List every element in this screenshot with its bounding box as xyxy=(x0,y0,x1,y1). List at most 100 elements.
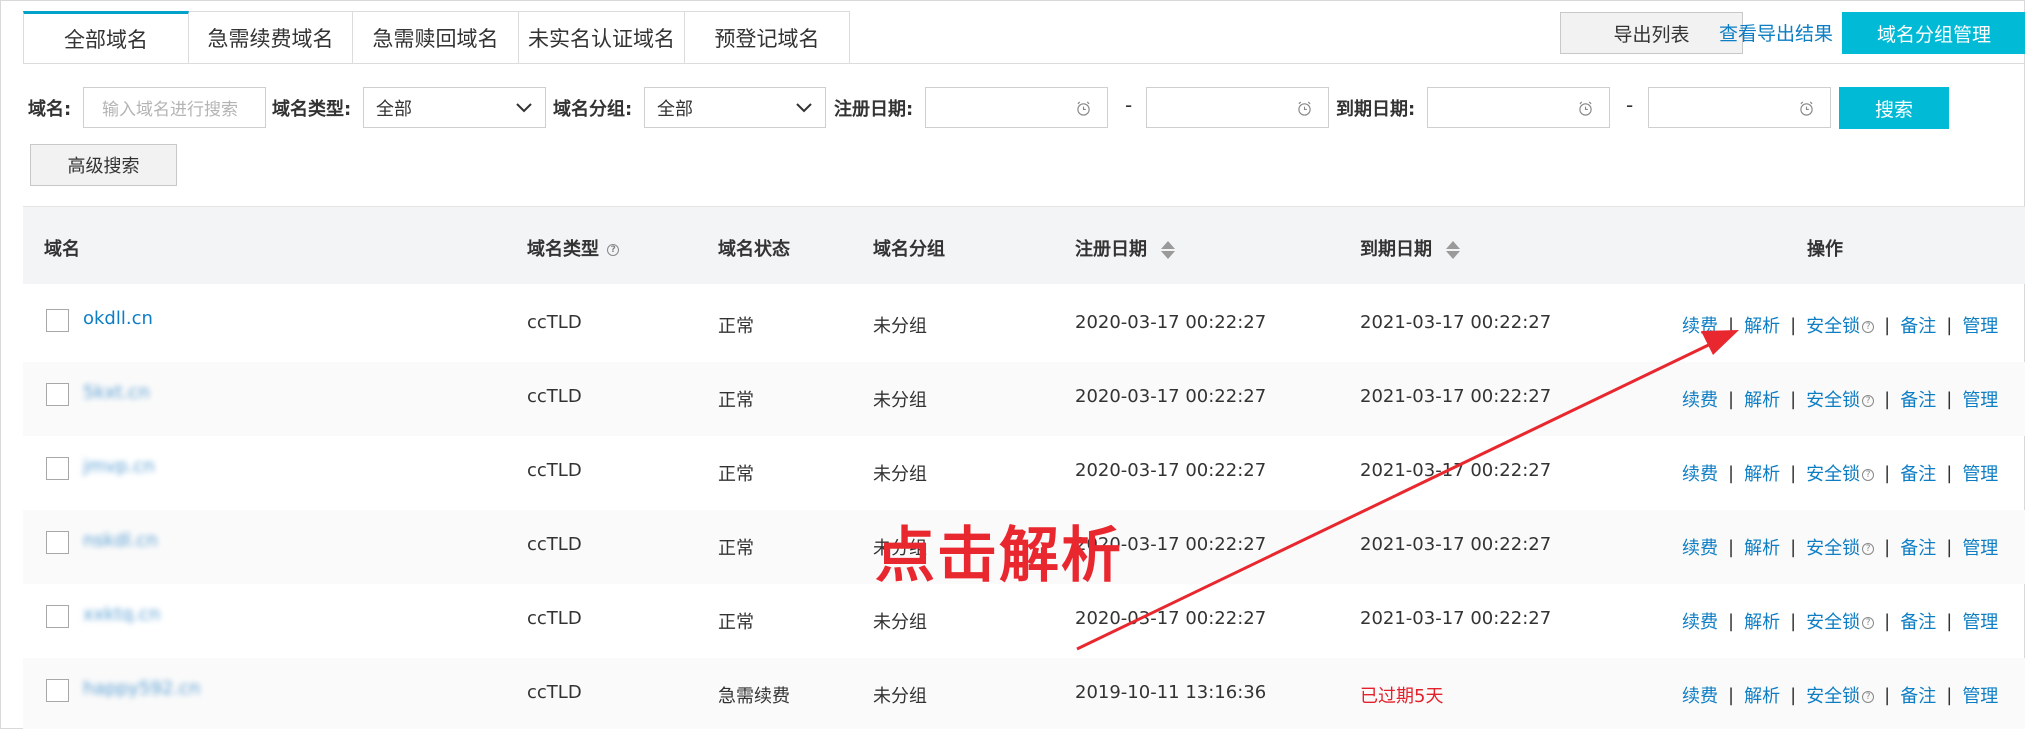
domain-link[interactable]: 5kxt.cn xyxy=(83,382,150,403)
manage-link[interactable]: 管理 xyxy=(1962,608,1998,634)
col-exp-date-label: 到期日期 xyxy=(1360,239,1432,260)
row-actions: 续费 | 解析 | 安全锁? | 备注 | 管理 xyxy=(1682,608,1998,634)
action-separator: | xyxy=(1790,462,1797,484)
manage-link[interactable]: 管理 xyxy=(1962,682,1998,708)
note-link[interactable]: 备注 xyxy=(1900,312,1936,338)
row-checkbox[interactable] xyxy=(46,531,69,554)
row-checkbox[interactable] xyxy=(46,309,69,332)
domain-status: 正常 xyxy=(718,390,754,411)
renew-link[interactable]: 续费 xyxy=(1682,534,1718,560)
export-list-button[interactable]: 导出列表 xyxy=(1560,12,1743,54)
manage-link[interactable]: 管理 xyxy=(1962,386,1998,412)
col-exp-date[interactable]: 到期日期 xyxy=(1360,235,1461,261)
action-separator: | xyxy=(1884,536,1891,558)
group-manage-button[interactable]: 域名分组管理 xyxy=(1842,12,2025,54)
group-select[interactable]: 全部 xyxy=(644,87,826,128)
action-separator: | xyxy=(1884,684,1891,706)
col-domain: 域名 xyxy=(44,239,80,260)
security-lock-label: 安全锁 xyxy=(1806,686,1861,707)
note-link[interactable]: 备注 xyxy=(1900,534,1936,560)
domain-link[interactable]: okdll.cn xyxy=(83,308,153,329)
row-checkbox[interactable] xyxy=(46,605,69,628)
exp-date: 2021-03-17 00:22:27 xyxy=(1360,608,1552,629)
clock-icon xyxy=(1579,101,1592,116)
help-icon: ? xyxy=(1862,617,1875,629)
table-row: jmvp.cn ccTLD 正常 未分组 2020-03-17 00:22:27 2021… xyxy=(23,436,2025,510)
domain-search-input[interactable]: 输入域名进行搜索 xyxy=(83,87,266,128)
table-row: 5kxt.cn ccTLD 正常 未分组 2020-03-17 00:22:27 2021… xyxy=(23,362,2025,436)
help-icon: ? xyxy=(1862,543,1875,555)
exp-date: 2021-03-17 00:22:27 xyxy=(1360,312,1552,333)
type-select[interactable]: 全部 xyxy=(363,87,546,128)
col-reg-date[interactable]: 注册日期 xyxy=(1075,235,1176,261)
sort-icon[interactable] xyxy=(1446,240,1461,260)
tab-redeem-urgent[interactable]: 急需赎回域名 xyxy=(353,11,519,64)
reg-date: 2020-03-17 00:22:27 xyxy=(1075,608,1267,629)
reg-date-start-input[interactable] xyxy=(925,87,1108,128)
row-actions: 续费 | 解析 | 安全锁? | 备注 | 管理 xyxy=(1682,460,1998,486)
exp-date: 2021-03-17 00:22:27 xyxy=(1360,460,1552,481)
security-lock-link[interactable]: 安全锁? xyxy=(1806,386,1875,412)
domain-group: 未分组 xyxy=(873,464,927,485)
action-separator: | xyxy=(1728,610,1735,632)
renew-link[interactable]: 续费 xyxy=(1682,608,1718,634)
action-separator: | xyxy=(1790,684,1797,706)
reg-date: 2020-03-17 00:22:27 xyxy=(1075,312,1267,333)
renew-link[interactable]: 续费 xyxy=(1682,460,1718,486)
action-separator: | xyxy=(1790,536,1797,558)
domain-status: 急需续费 xyxy=(718,686,790,707)
reg-date-end-input[interactable] xyxy=(1146,87,1329,128)
note-link[interactable]: 备注 xyxy=(1900,682,1936,708)
domain-link[interactable]: nskdl.cn xyxy=(83,530,158,551)
action-separator: | xyxy=(1728,314,1735,336)
domain-link[interactable]: xxktq.cn xyxy=(83,604,160,625)
exp-date-end-input[interactable] xyxy=(1648,87,1831,128)
action-separator: | xyxy=(1728,388,1735,410)
security-lock-link[interactable]: 安全锁? xyxy=(1806,312,1875,338)
row-checkbox[interactable] xyxy=(46,383,69,406)
sort-icon[interactable] xyxy=(1161,240,1176,260)
action-separator: | xyxy=(1946,314,1953,336)
search-button[interactable]: 搜索 xyxy=(1839,87,1949,129)
row-checkbox[interactable] xyxy=(46,457,69,480)
row-checkbox[interactable] xyxy=(46,679,69,702)
domain-link[interactable]: jmvp.cn xyxy=(83,456,155,477)
note-link[interactable]: 备注 xyxy=(1900,608,1936,634)
resolve-link[interactable]: 解析 xyxy=(1744,460,1780,486)
domain-status: 正常 xyxy=(718,316,754,337)
domain-group: 未分组 xyxy=(873,390,927,411)
tab-unverified[interactable]: 未实名认证域名 xyxy=(519,11,685,64)
advanced-search-button[interactable]: 高级搜索 xyxy=(30,144,177,186)
manage-link[interactable]: 管理 xyxy=(1962,312,1998,338)
resolve-link[interactable]: 解析 xyxy=(1744,312,1780,338)
domain-link[interactable]: happy592.cn xyxy=(83,678,200,699)
manage-link[interactable]: 管理 xyxy=(1962,534,1998,560)
resolve-link[interactable]: 解析 xyxy=(1744,608,1780,634)
note-link[interactable]: 备注 xyxy=(1900,460,1936,486)
resolve-link[interactable]: 解析 xyxy=(1744,534,1780,560)
security-lock-link[interactable]: 安全锁? xyxy=(1806,682,1875,708)
note-link[interactable]: 备注 xyxy=(1900,386,1936,412)
security-lock-link[interactable]: 安全锁? xyxy=(1806,460,1875,486)
col-type-label: 域名类型 xyxy=(527,239,599,260)
help-icon[interactable]: ? xyxy=(607,244,620,256)
exp-date-start-input[interactable] xyxy=(1427,87,1610,128)
row-actions: 续费 | 解析 | 安全锁? | 备注 | 管理 xyxy=(1682,312,1998,338)
resolve-link[interactable]: 解析 xyxy=(1744,682,1780,708)
tab-renew-urgent[interactable]: 急需续费域名 xyxy=(189,11,353,64)
manage-link[interactable]: 管理 xyxy=(1962,460,1998,486)
security-lock-label: 安全锁 xyxy=(1806,390,1861,411)
domain-status: 正常 xyxy=(718,612,754,633)
tab-all-domains[interactable]: 全部域名 xyxy=(23,11,189,64)
renew-link[interactable]: 续费 xyxy=(1682,682,1718,708)
security-lock-link[interactable]: 安全锁? xyxy=(1806,534,1875,560)
resolve-link[interactable]: 解析 xyxy=(1744,386,1780,412)
view-export-result-link[interactable]: 查看导出结果 xyxy=(1719,19,1833,46)
reg-date: 2020-03-17 00:22:27 xyxy=(1075,460,1267,481)
col-reg-date-label: 注册日期 xyxy=(1075,239,1147,260)
exp-date-label: 到期日期: xyxy=(1336,99,1416,120)
renew-link[interactable]: 续费 xyxy=(1682,312,1718,338)
renew-link[interactable]: 续费 xyxy=(1682,386,1718,412)
tab-preregistered[interactable]: 预登记域名 xyxy=(685,11,850,64)
security-lock-link[interactable]: 安全锁? xyxy=(1806,608,1875,634)
